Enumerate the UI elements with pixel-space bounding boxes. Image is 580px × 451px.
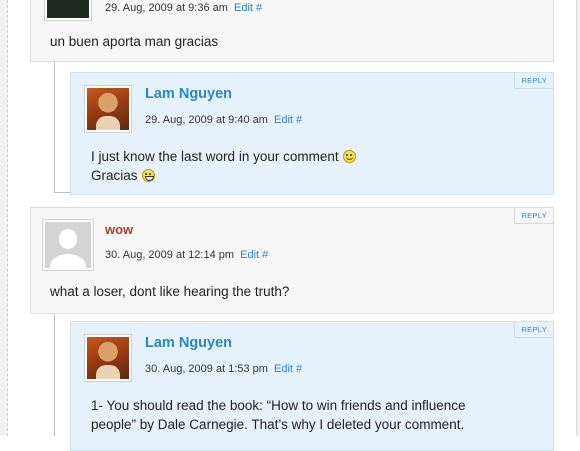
reply-button[interactable]: REPLY [514,73,553,89]
commenter-name[interactable]: Lam Nguyen [145,86,232,102]
author-avatar[interactable] [84,334,132,382]
comment-date[interactable]: 29. Aug, 2009 at 9:40 am [145,114,268,126]
comment-line-2: Gracias [91,168,138,183]
comment-meta: 30. Aug, 2009 at 1:53 pm Edit # [145,363,302,375]
edit-link[interactable]: Edit # [234,2,262,14]
commenter-avatar[interactable] [44,0,92,21]
edit-link[interactable]: Edit # [274,363,302,375]
commenter-name[interactable]: wow [105,222,133,237]
comment-body: I just know the last word in your commen… [91,147,356,185]
comment-3: REPLY wow 30. Aug, 2009 at 12:14 pm Edit… [30,207,554,314]
grin-emoticon-icon [141,169,155,182]
edit-link[interactable]: Edit # [240,249,268,261]
smile-emoticon-icon [342,150,356,163]
right-frame-border [576,0,580,436]
thread-connector [54,62,71,193]
reply-button[interactable]: REPLY [514,322,553,338]
comment-body: 1- You should read the book: “How to win… [91,396,466,434]
thread-connector [54,314,71,436]
reply-button[interactable]: REPLY [514,208,553,224]
author-avatar[interactable] [84,85,132,133]
comment-line-2: people” by Dale Carnegie. That’s why I d… [91,417,465,432]
comment-date[interactable]: 29. Aug, 2009 at 9:36 am [105,2,228,14]
comment-1: 29. Aug, 2009 at 9:36 am Edit # un buen … [30,0,554,62]
left-frame-border [0,0,8,436]
comment-body: un buen aporta man gracias [50,34,219,49]
comment-2: REPLY Lam Nguyen 29. Aug, 2009 at 9:40 a… [70,72,554,195]
comment-meta: 30. Aug, 2009 at 12:14 pm Edit # [105,249,268,261]
comment-line-1: 1- You should read the book: “How to win… [91,398,466,413]
comment-date[interactable]: 30. Aug, 2009 at 1:53 pm [145,363,268,375]
comment-line-1: I just know the last word in your commen… [91,149,339,164]
default-avatar-icon[interactable] [42,219,94,271]
comment-date[interactable]: 30. Aug, 2009 at 12:14 pm [105,249,234,261]
comment-4: REPLY Lam Nguyen 30. Aug, 2009 at 1:53 p… [70,321,554,451]
comment-meta: 29. Aug, 2009 at 9:40 am Edit # [145,114,302,126]
comment-meta: 29. Aug, 2009 at 9:36 am Edit # [105,2,262,14]
comment-body: what a loser, dont like hearing the trut… [50,284,290,299]
edit-link[interactable]: Edit # [274,114,302,126]
commenter-name[interactable]: Lam Nguyen [145,335,232,351]
